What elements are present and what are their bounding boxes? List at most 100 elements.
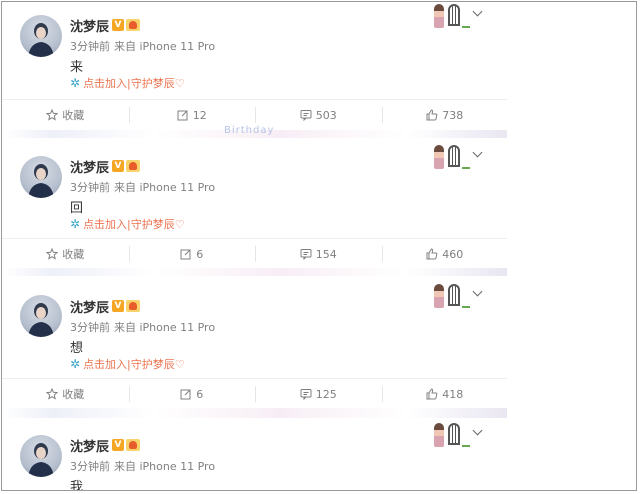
card-decoration	[434, 282, 494, 312]
avatar-image	[28, 443, 54, 477]
member-level-icon	[126, 300, 141, 312]
post-card: 沈梦辰 V 3分钟前 来自 iPhone 11 Pro 回 ✲ 点击加入|守护梦辰…	[2, 139, 508, 269]
figure-decoration-icon	[434, 145, 444, 169]
post-meta: 3分钟前 来自 iPhone 11 Pro	[70, 319, 219, 335]
verified-icon: V	[112, 160, 125, 172]
repost-button[interactable]: 6	[128, 385, 256, 403]
favorite-label: 收藏	[62, 388, 85, 401]
grass-decoration-icon	[462, 300, 470, 308]
member-level-icon	[126, 160, 141, 172]
verified-icon: V	[112, 439, 125, 451]
post-time[interactable]: 3分钟前	[70, 321, 110, 334]
asterisk-icon: ✲	[70, 357, 81, 371]
avatar-image	[28, 23, 54, 57]
door-decoration-icon	[448, 145, 460, 167]
post-content: 来	[70, 60, 84, 75]
repost-count: 6	[196, 247, 204, 261]
card-decoration	[434, 143, 494, 173]
favorite-button[interactable]: 收藏	[2, 245, 129, 263]
member-level-icon	[126, 19, 141, 31]
repost-icon	[180, 389, 191, 400]
fan-group-tag[interactable]: ✲ 点击加入|守护梦辰♡	[70, 216, 185, 232]
weibo-feed-frame: 沈梦辰 V 3分钟前 来自 iPhone 11 Pro 来 ✲ 点击加入|守护梦辰…	[1, 1, 637, 491]
asterisk-icon: ✲	[70, 76, 81, 90]
favorite-button[interactable]: 收藏	[2, 106, 129, 124]
favorite-label: 收藏	[62, 109, 85, 122]
like-count: 418	[442, 387, 464, 401]
comment-icon	[300, 389, 312, 400]
card-decoration	[434, 2, 494, 32]
post-card: 沈梦辰 V 3分钟前 来自 iPhone 11 Pro 我	[2, 418, 508, 491]
post-meta: 3分钟前 来自 iPhone 11 Pro	[70, 38, 219, 54]
avatar[interactable]	[20, 156, 62, 198]
avatar-image	[28, 303, 54, 337]
action-bar: 收藏 6 125 418	[2, 378, 508, 409]
thumbs-up-icon	[426, 388, 438, 400]
verified-icon: V	[112, 300, 125, 312]
post-content: 我	[70, 480, 84, 491]
chevron-down-icon[interactable]	[472, 286, 483, 297]
repost-icon	[180, 249, 191, 260]
name-row: 沈梦辰 V	[70, 436, 141, 455]
like-button[interactable]: 418	[381, 385, 509, 403]
separator-band	[2, 408, 508, 418]
chevron-down-icon[interactable]	[472, 147, 483, 158]
avatar[interactable]	[20, 295, 62, 337]
empty-right-area	[507, 2, 636, 490]
name-row: 沈梦辰 V	[70, 16, 141, 35]
like-count: 738	[442, 108, 464, 122]
star-icon	[46, 388, 59, 400]
chevron-down-icon[interactable]	[472, 425, 483, 436]
figure-decoration-icon	[434, 423, 444, 447]
grass-decoration-icon	[462, 161, 470, 169]
fan-group-tag-label: 点击加入|守护梦辰♡	[83, 218, 185, 231]
comment-count: 125	[315, 387, 337, 401]
post-time[interactable]: 3分钟前	[70, 460, 110, 473]
comment-button[interactable]: 503	[255, 106, 382, 124]
thumbs-up-icon	[426, 109, 438, 121]
separator-band: Birthday	[2, 125, 508, 138]
avatar[interactable]	[20, 15, 62, 57]
post-card: 沈梦辰 V 3分钟前 来自 iPhone 11 Pro 来 ✲ 点击加入|守护梦辰…	[2, 2, 508, 130]
separator-band	[2, 268, 508, 276]
favorite-label: 收藏	[62, 248, 85, 261]
comment-count: 154	[315, 247, 337, 261]
comment-button[interactable]: 154	[255, 245, 382, 263]
grass-decoration-icon	[462, 20, 470, 28]
post-source: 来自 iPhone 11 Pro	[114, 460, 216, 473]
favorite-button[interactable]: 收藏	[2, 385, 129, 403]
username[interactable]: 沈梦辰	[70, 16, 109, 35]
username[interactable]: 沈梦辰	[70, 436, 109, 455]
thumbs-up-icon	[426, 248, 438, 260]
name-row: 沈梦辰 V	[70, 157, 141, 176]
post-meta: 3分钟前 来自 iPhone 11 Pro	[70, 458, 219, 474]
post-card: 沈梦辰 V 3分钟前 来自 iPhone 11 Pro 想 ✲ 点击加入|守护梦辰…	[2, 277, 508, 409]
post-time[interactable]: 3分钟前	[70, 40, 110, 53]
fan-group-tag-label: 点击加入|守护梦辰♡	[83, 77, 185, 90]
avatar[interactable]	[20, 435, 62, 477]
like-button[interactable]: 738	[381, 106, 509, 124]
comment-button[interactable]: 125	[255, 385, 382, 403]
chevron-down-icon[interactable]	[472, 6, 483, 17]
post-source: 来自 iPhone 11 Pro	[114, 40, 216, 53]
card-decoration	[434, 421, 494, 451]
username[interactable]: 沈梦辰	[70, 157, 109, 176]
like-button[interactable]: 460	[381, 245, 509, 263]
comment-icon	[300, 249, 312, 260]
avatar-image	[28, 164, 54, 198]
fan-group-tag[interactable]: ✲ 点击加入|守护梦辰♡	[70, 356, 185, 372]
repost-button[interactable]: 12	[128, 106, 256, 124]
comment-icon	[300, 110, 312, 121]
username[interactable]: 沈梦辰	[70, 297, 109, 316]
fan-group-tag-label: 点击加入|守护梦辰♡	[83, 358, 185, 371]
fan-group-tag[interactable]: ✲ 点击加入|守护梦辰♡	[70, 75, 185, 91]
asterisk-icon: ✲	[70, 217, 81, 231]
name-row: 沈梦辰 V	[70, 297, 141, 316]
repost-button[interactable]: 6	[128, 245, 256, 263]
band-text: Birthday	[224, 125, 275, 136]
repost-icon	[177, 110, 188, 121]
post-source: 来自 iPhone 11 Pro	[114, 321, 216, 334]
action-bar: 收藏 6 154 460	[2, 238, 508, 269]
post-time[interactable]: 3分钟前	[70, 181, 110, 194]
door-decoration-icon	[448, 284, 460, 306]
